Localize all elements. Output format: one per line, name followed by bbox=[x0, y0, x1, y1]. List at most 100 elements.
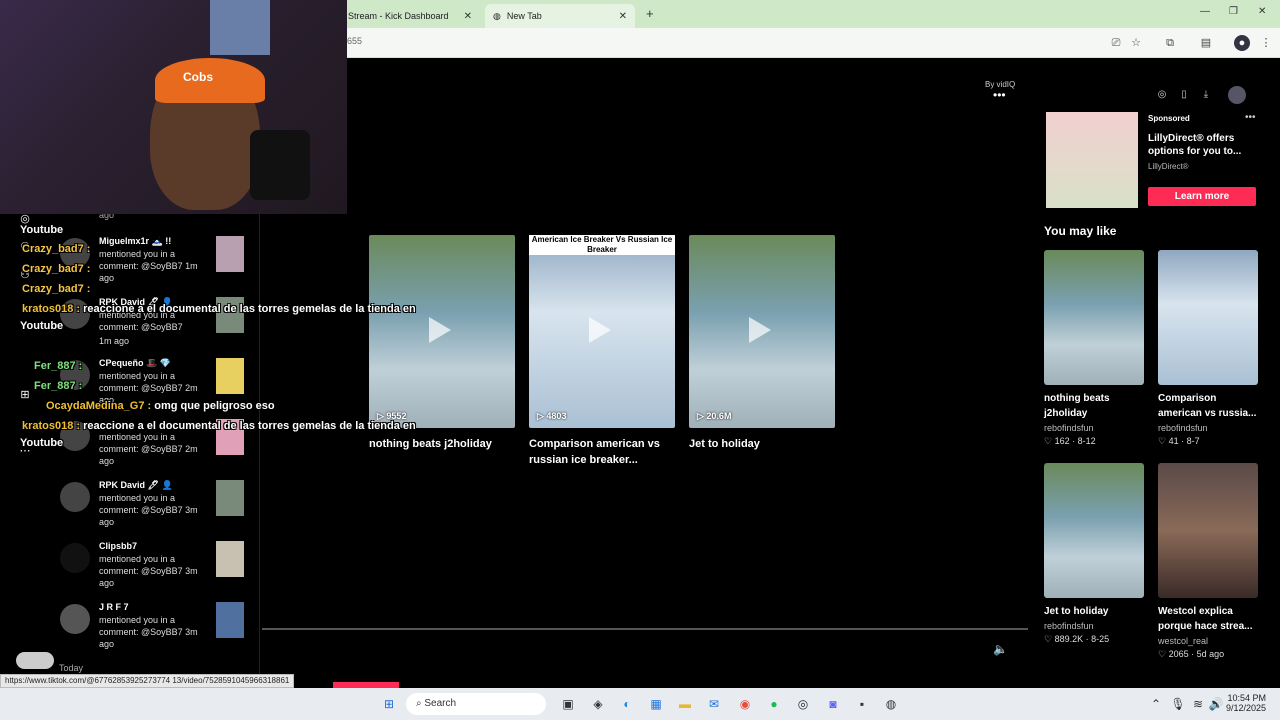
wifi-icon[interactable]: ≋ bbox=[1190, 696, 1206, 712]
avatar[interactable] bbox=[60, 543, 90, 573]
taskbar-clock[interactable]: 10:54 PM 9/12/2025 bbox=[1226, 693, 1266, 713]
chat-line: Fer_887 : bbox=[34, 360, 83, 372]
bookmark-star-icon[interactable]: ☆ bbox=[1128, 35, 1144, 51]
copilot-icon[interactable]: ◈ bbox=[590, 696, 606, 712]
chrome-icon[interactable]: ◉ bbox=[737, 696, 753, 712]
recommended-card[interactable]: nothing beats j2holiday rebofindsfun ♡ 1… bbox=[1044, 250, 1144, 447]
tab-label: New Tab bbox=[506, 11, 542, 21]
close-tab-icon[interactable]: ✕ bbox=[619, 11, 627, 22]
ad-text[interactable]: LillyDirect® offers options for you to..… bbox=[1148, 132, 1258, 158]
recommended-thumbnail[interactable] bbox=[1044, 250, 1144, 385]
taskbar-search[interactable]: ⌕ Search bbox=[406, 693, 546, 715]
windows-start-icon[interactable]: ⊞ bbox=[381, 696, 397, 712]
recommended-title[interactable]: Jet to holiday bbox=[1044, 604, 1144, 619]
close-window-icon[interactable]: ✕ bbox=[1258, 6, 1266, 17]
recommended-card[interactable]: Westcol explica porque hace strea... wes… bbox=[1158, 463, 1258, 660]
chat-line: Youtube bbox=[20, 224, 64, 236]
recommended-author[interactable]: rebofindsfun bbox=[1158, 423, 1258, 433]
recommended-stats: ♡ 41 · 8-7 bbox=[1158, 436, 1200, 446]
restore-icon[interactable]: ❐ bbox=[1229, 6, 1238, 17]
learn-more-button[interactable]: Learn more bbox=[1148, 187, 1256, 206]
volume-icon[interactable]: 🔈 bbox=[993, 642, 1008, 656]
avatar[interactable] bbox=[60, 604, 90, 634]
store-icon[interactable]: ▦ bbox=[648, 696, 664, 712]
mic-icon[interactable]: 🎙 bbox=[1170, 696, 1186, 712]
notification-user[interactable]: Miguelmx1r 🗻 !! bbox=[99, 236, 171, 247]
recommended-thumbnail[interactable] bbox=[1044, 463, 1144, 598]
profile-avatar-icon[interactable]: ● bbox=[1234, 35, 1250, 51]
recommended-author[interactable]: rebofindsfun bbox=[1044, 423, 1144, 433]
recommended-card[interactable]: Comparison american vs russia... rebofin… bbox=[1158, 250, 1258, 447]
spotify-icon[interactable]: ● bbox=[766, 696, 782, 712]
notification-thumbnail[interactable] bbox=[216, 602, 244, 638]
notification-thumbnail[interactable] bbox=[216, 236, 244, 272]
ad-more-icon[interactable]: ••• bbox=[1245, 112, 1256, 123]
notification-user[interactable]: J R F 7 bbox=[99, 602, 129, 612]
video-thumbnail[interactable]: ▷ 9552 bbox=[369, 235, 515, 428]
avatar[interactable] bbox=[60, 482, 90, 512]
recommended-title[interactable]: nothing beats j2holiday bbox=[1044, 391, 1144, 421]
notification-thumbnail[interactable] bbox=[216, 358, 244, 394]
more-options-icon[interactable]: ••• bbox=[993, 88, 1006, 102]
notification-item[interactable]: RPK David 🖊 👤 mentioned you in a comment… bbox=[48, 478, 260, 538]
video-title[interactable]: nothing beats j2holiday bbox=[369, 436, 515, 452]
notification-thumbnail[interactable] bbox=[216, 541, 244, 577]
toggle-switch[interactable] bbox=[16, 652, 54, 669]
clock-date: 9/12/2025 bbox=[1226, 703, 1267, 713]
play-icon bbox=[749, 317, 771, 343]
tray-chevron-icon[interactable]: ⌃ bbox=[1148, 696, 1164, 712]
phone-icon[interactable]: ▯ bbox=[1175, 86, 1193, 104]
recommended-stats: ♡ 889.2K · 8-25 bbox=[1044, 634, 1110, 644]
outlook-icon[interactable]: ✉ bbox=[706, 696, 722, 712]
video-card[interactable]: American Ice Breaker Vs Russian Ice Brea… bbox=[529, 235, 675, 468]
recommended-thumbnail[interactable] bbox=[1158, 463, 1258, 598]
video-thumbnail[interactable]: ▷ 20.6M bbox=[689, 235, 835, 428]
minimize-icon[interactable]: — bbox=[1200, 6, 1210, 17]
recommended-title[interactable]: Westcol explica porque hace strea... bbox=[1158, 604, 1258, 634]
section-label-today: Today bbox=[59, 663, 84, 673]
clock-time: 10:54 PM bbox=[1227, 693, 1266, 703]
recommended-author[interactable]: westcol_real bbox=[1158, 636, 1258, 646]
terminal-icon[interactable]: ▪ bbox=[854, 696, 870, 712]
speaker-icon[interactable]: 🔊 bbox=[1208, 696, 1224, 712]
extensions-icon[interactable]: ⧉ bbox=[1162, 35, 1178, 51]
chat-line: Youtube bbox=[20, 320, 64, 332]
folder-icon[interactable]: ▬ bbox=[677, 696, 693, 712]
close-tab-icon[interactable]: ✕ bbox=[464, 11, 472, 22]
video-thumbnail[interactable]: American Ice Breaker Vs Russian Ice Brea… bbox=[529, 235, 675, 428]
notification-user[interactable]: CPequeño 🎩 💎 bbox=[99, 358, 171, 369]
chat-line: kratos018 : reaccione a el documental de… bbox=[22, 420, 416, 432]
notification-thumbnail[interactable] bbox=[216, 480, 244, 516]
new-tab-icon[interactable]: + bbox=[646, 6, 654, 21]
video-title[interactable]: Comparison american vs russian ice break… bbox=[529, 436, 675, 468]
notification-item[interactable]: Clipsbb7 mentioned you in a comment: @So… bbox=[48, 539, 260, 599]
avatar[interactable] bbox=[1228, 86, 1246, 104]
video-progress-bar[interactable] bbox=[262, 628, 1028, 630]
sidepanel-icon[interactable]: ▤ bbox=[1198, 35, 1214, 51]
notification-user[interactable]: RPK David 🖊 👤 bbox=[99, 480, 173, 491]
notification-user[interactable]: Clipsbb7 bbox=[99, 541, 137, 551]
ad-image[interactable] bbox=[1046, 112, 1138, 208]
recommended-title[interactable]: Comparison american vs russia... bbox=[1158, 391, 1258, 421]
recommended-card[interactable]: Jet to holiday rebofindsfun ♡ 889.2K · 8… bbox=[1044, 463, 1144, 645]
notification-text: mentioned you in a comment: @SoyBB7 3m a… bbox=[99, 493, 198, 527]
tab-kick-dashboard[interactable]: Stream - Kick Dashboard ✕ bbox=[340, 4, 480, 28]
video-card[interactable]: ▷ 20.6M Jet to holiday bbox=[689, 235, 835, 452]
obs-icon[interactable]: ◍ bbox=[883, 696, 899, 712]
add-icon[interactable]: ⊞ bbox=[18, 388, 32, 402]
menu-kebab-icon[interactable]: ⋮ bbox=[1258, 35, 1274, 51]
cast-icon[interactable]: ⎚ bbox=[1108, 35, 1124, 51]
view-count: ▷ 4803 bbox=[537, 411, 567, 421]
notification-item[interactable]: J R F 7 mentioned you in a comment: @Soy… bbox=[48, 600, 260, 660]
video-title[interactable]: Jet to holiday bbox=[689, 436, 835, 452]
discord-icon[interactable]: ◙ bbox=[825, 696, 841, 712]
steam-icon[interactable]: ◎ bbox=[795, 696, 811, 712]
tab-new-tab[interactable]: ◍ New Tab ✕ bbox=[485, 4, 635, 28]
download-icon[interactable]: ⤓ bbox=[1197, 86, 1215, 104]
edge-icon[interactable]: ◐ bbox=[619, 696, 635, 712]
recommended-thumbnail[interactable] bbox=[1158, 250, 1258, 385]
compass-icon[interactable]: ◎ bbox=[1153, 86, 1171, 104]
task-view-icon[interactable]: ▣ bbox=[560, 696, 576, 712]
chat-line: kratos018 : reaccione a el documental de… bbox=[22, 303, 416, 315]
recommended-author[interactable]: rebofindsfun bbox=[1044, 621, 1144, 631]
